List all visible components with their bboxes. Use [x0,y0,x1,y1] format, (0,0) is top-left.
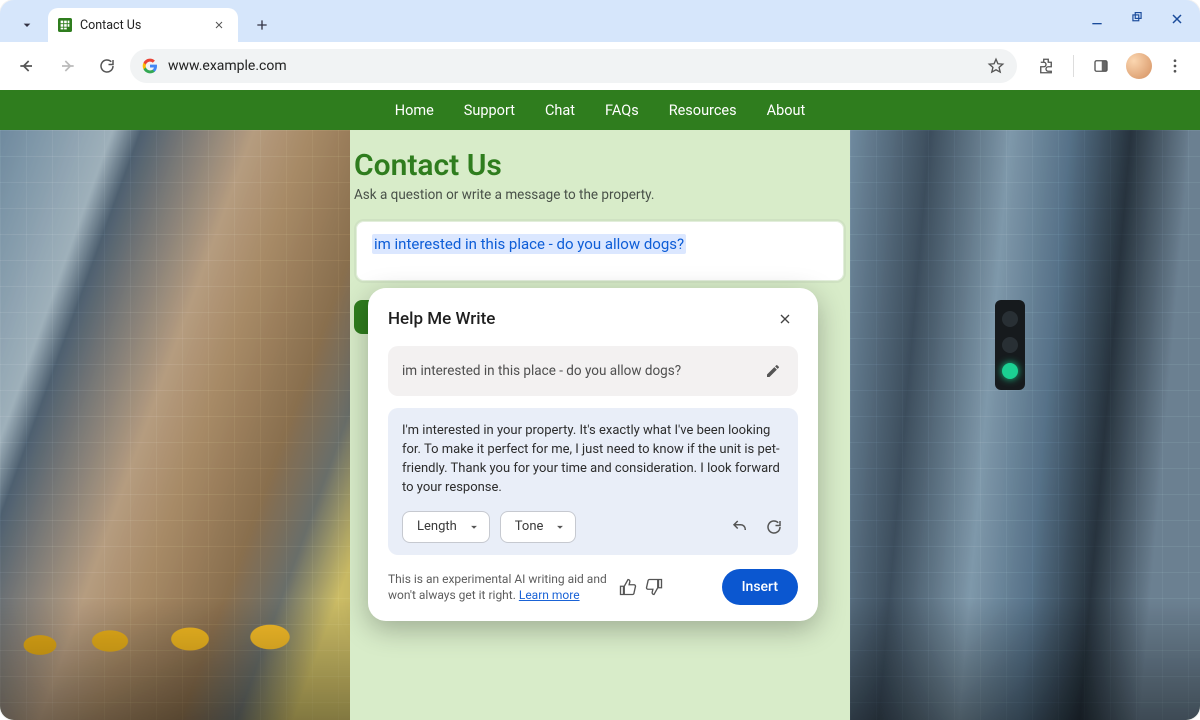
reload-button[interactable] [90,49,124,83]
url-input[interactable] [168,58,977,74]
side-panel-icon [1092,57,1110,75]
hmw-title: Help Me Write [388,309,495,329]
nav-resources[interactable]: Resources [669,102,737,119]
caret-down-icon [553,520,567,534]
nav-faqs[interactable]: FAQs [605,102,639,119]
browser-window: Contact Us [0,0,1200,720]
refresh-icon [765,518,783,536]
hmw-feedback [618,577,664,597]
nav-about[interactable]: About [767,102,806,119]
close-icon [777,311,793,327]
hmw-thumbs-down-button[interactable] [644,577,664,597]
hmw-disclaimer: This is an experimental AI writing aid a… [388,571,608,603]
pencil-icon [765,363,781,379]
message-text: im interested in this place - do you all… [372,234,686,254]
hmw-prompt-text: im interested in this place - do you all… [402,363,681,379]
hmw-learn-more-link[interactable]: Learn more [519,588,580,602]
kebab-icon [1166,57,1184,75]
favicon-icon [58,18,72,32]
thumbs-up-icon [619,578,637,596]
new-tab-button[interactable] [248,11,276,39]
window-controls [1088,10,1186,28]
tab-strip: Contact Us [0,0,1200,42]
hmw-length-select[interactable]: Length [402,511,490,543]
maximize-icon [1130,12,1144,26]
star-icon [987,57,1005,75]
plus-icon [254,17,270,33]
help-me-write-popover: Help Me Write im interested in this plac… [368,288,818,621]
hero-photo-left [0,130,350,720]
nav-home[interactable]: Home [395,102,434,119]
hmw-tone-select[interactable]: Tone [500,511,577,543]
forward-button[interactable] [50,49,84,83]
nav-support[interactable]: Support [464,102,515,119]
tab-title: Contact Us [80,18,141,33]
browser-toolbar [0,42,1200,90]
close-icon [1169,11,1185,27]
google-icon [142,58,158,74]
arrow-right-icon [57,56,77,76]
hmw-insert-button[interactable]: Insert [722,569,798,605]
bookmark-button[interactable] [987,57,1005,75]
page-subtitle: Ask a question or write a message to the… [350,187,850,219]
back-button[interactable] [10,49,44,83]
decor-traffic-light [995,300,1025,390]
decor-taxis [0,595,320,665]
toolbar-right [1029,49,1190,83]
hmw-suggestion-box: I'm interested in your property. It's ex… [388,408,798,555]
arrow-left-icon [17,56,37,76]
avatar-icon [1126,53,1152,79]
hmw-undo-button[interactable] [730,517,750,537]
site-nav: Home Support Chat FAQs Resources About [0,90,1200,130]
hmw-suggestion-text: I'm interested in your property. It's ex… [402,422,784,497]
reload-icon [98,57,116,75]
profile-button[interactable] [1122,49,1156,83]
hmw-close-button[interactable] [772,306,798,332]
minimize-button[interactable] [1088,10,1106,28]
browser-menu-button[interactable] [1160,51,1190,81]
tab-search-dropdown[interactable] [12,10,42,40]
thumbs-down-icon [645,578,663,596]
side-panel-button[interactable] [1084,49,1118,83]
caret-down-icon [467,520,481,534]
close-icon [213,19,225,31]
active-tab[interactable]: Contact Us [48,8,238,42]
hero-photo-right [850,130,1200,720]
maximize-button[interactable] [1128,10,1146,28]
hmw-edit-prompt-button[interactable] [762,360,784,382]
undo-icon [731,518,749,536]
tab-close-button[interactable] [210,16,228,34]
nav-chat[interactable]: Chat [545,102,575,119]
extensions-button[interactable] [1029,49,1063,83]
hmw-thumbs-up-button[interactable] [618,577,638,597]
page-title: Contact Us [350,148,850,187]
hmw-tone-label: Tone [515,518,544,537]
minimize-icon [1089,11,1105,27]
message-textarea[interactable]: im interested in this place - do you all… [354,219,846,283]
hmw-length-label: Length [417,518,457,537]
chevron-down-icon [19,17,35,33]
toolbar-divider [1073,55,1074,77]
extensions-icon [1037,57,1055,75]
address-bar[interactable] [130,49,1017,83]
hmw-prompt-box[interactable]: im interested in this place - do you all… [388,346,798,396]
hmw-regenerate-button[interactable] [764,517,784,537]
window-close-button[interactable] [1168,10,1186,28]
